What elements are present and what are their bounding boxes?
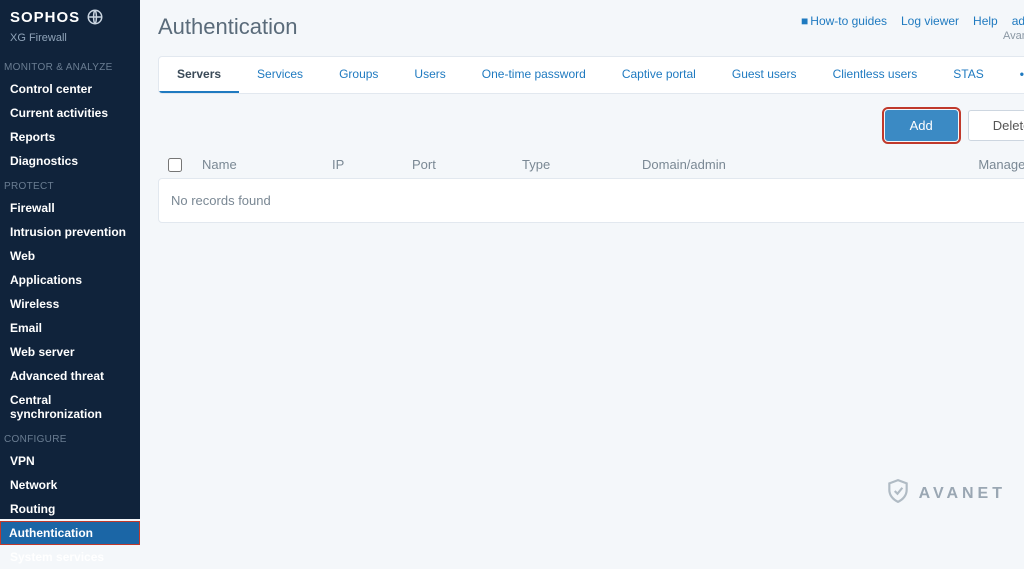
delete-button[interactable]: Delete bbox=[968, 110, 1024, 141]
sidebar-item-network[interactable]: Network bbox=[0, 473, 140, 497]
log-viewer-link[interactable]: Log viewer bbox=[901, 14, 959, 28]
sidebar-item-reports[interactable]: Reports bbox=[0, 125, 140, 149]
sidebar-item-web[interactable]: Web bbox=[0, 244, 140, 268]
tab-otp[interactable]: One-time password bbox=[464, 57, 604, 93]
tab-users[interactable]: Users bbox=[396, 57, 463, 93]
watermark: AVANET bbox=[885, 478, 1006, 509]
sidebar-item-control-center[interactable]: Control center bbox=[0, 77, 140, 101]
camera-icon: ■ bbox=[801, 14, 808, 28]
tab-clientless-users[interactable]: Clientless users bbox=[815, 57, 936, 93]
nav-section-monitor: MONITOR & ANALYZE bbox=[0, 54, 140, 77]
table-body: No records found bbox=[158, 178, 1024, 223]
sidebar-item-system-services[interactable]: System services bbox=[0, 545, 140, 569]
col-port: Port bbox=[412, 157, 522, 172]
howto-guides-link[interactable]: ■How-to guides bbox=[801, 14, 887, 28]
tab-servers[interactable]: Servers bbox=[159, 57, 239, 93]
sidebar-item-firewall[interactable]: Firewall bbox=[0, 196, 140, 220]
col-domain: Domain/admin bbox=[642, 157, 882, 172]
brand-subtitle: XG Firewall bbox=[0, 32, 140, 54]
user-menu[interactable]: admin▼ bbox=[1012, 14, 1024, 28]
shield-icon bbox=[885, 478, 911, 509]
tabbar: Servers Services Groups Users One-time p… bbox=[158, 56, 1024, 94]
sidebar-item-advanced-threat[interactable]: Advanced threat bbox=[0, 364, 140, 388]
tab-services[interactable]: Services bbox=[239, 57, 321, 93]
nav-section-configure: CONFIGURE bbox=[0, 426, 140, 449]
tab-stas[interactable]: STAS bbox=[935, 57, 1001, 93]
table-header: Name IP Port Type Domain/admin Manage bbox=[158, 151, 1024, 178]
empty-state: No records found bbox=[171, 193, 271, 208]
tab-more[interactable]: ••• bbox=[1002, 57, 1024, 93]
sidebar: SOPHOS XG Firewall MONITOR & ANALYZE Con… bbox=[0, 0, 140, 519]
action-row: Add Delete bbox=[158, 94, 1024, 151]
sidebar-item-applications[interactable]: Applications bbox=[0, 268, 140, 292]
sidebar-item-central-sync[interactable]: Central synchronization bbox=[0, 388, 140, 426]
main: Authentication ■How-to guides Log viewer… bbox=[140, 0, 1024, 519]
header-right: ■How-to guides Log viewer Help admin▼ Av… bbox=[801, 14, 1024, 42]
tab-guest-users[interactable]: Guest users bbox=[714, 57, 815, 93]
sidebar-item-routing[interactable]: Routing bbox=[0, 497, 140, 521]
add-button[interactable]: Add bbox=[885, 110, 958, 141]
sidebar-item-diagnostics[interactable]: Diagnostics bbox=[0, 149, 140, 173]
sidebar-item-email[interactable]: Email bbox=[0, 316, 140, 340]
sidebar-item-authentication[interactable]: Authentication bbox=[0, 521, 140, 545]
header: Authentication ■How-to guides Log viewer… bbox=[158, 10, 1024, 56]
watermark-text: AVANET bbox=[919, 485, 1006, 503]
help-link[interactable]: Help bbox=[973, 14, 998, 28]
sidebar-item-wireless[interactable]: Wireless bbox=[0, 292, 140, 316]
select-all-checkbox[interactable] bbox=[168, 158, 182, 172]
sidebar-item-webserver[interactable]: Web server bbox=[0, 340, 140, 364]
org-name: Avanet AG bbox=[801, 30, 1024, 42]
brand: SOPHOS bbox=[0, 6, 140, 32]
sidebar-item-current-activities[interactable]: Current activities bbox=[0, 101, 140, 125]
sidebar-item-intrusion[interactable]: Intrusion prevention bbox=[0, 220, 140, 244]
col-type: Type bbox=[522, 157, 642, 172]
brand-name: SOPHOS bbox=[10, 9, 80, 26]
page-title: Authentication bbox=[158, 14, 297, 40]
tab-captive-portal[interactable]: Captive portal bbox=[604, 57, 714, 93]
tab-groups[interactable]: Groups bbox=[321, 57, 396, 93]
col-ip: IP bbox=[332, 157, 412, 172]
nav-section-protect: PROTECT bbox=[0, 173, 140, 196]
col-name: Name bbox=[202, 157, 332, 172]
col-manage: Manage bbox=[882, 157, 1024, 172]
globe-icon bbox=[86, 8, 104, 26]
sidebar-item-vpn[interactable]: VPN bbox=[0, 449, 140, 473]
